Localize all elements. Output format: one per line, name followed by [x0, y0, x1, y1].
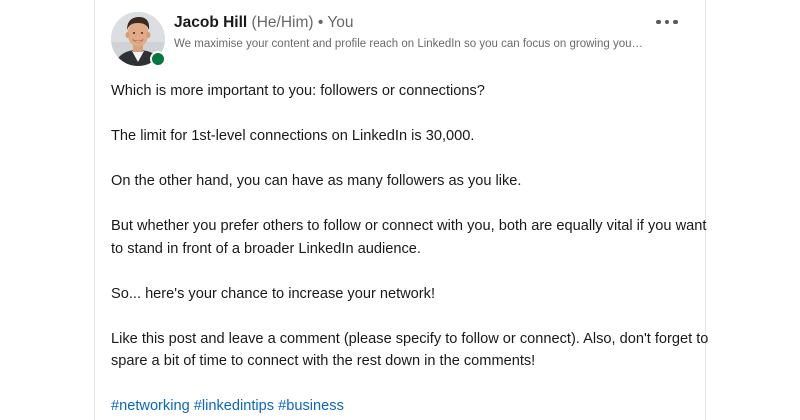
online-status-indicator — [150, 51, 166, 67]
author-pronouns: (He/Him) — [251, 14, 314, 31]
hashtag-link[interactable]: #networking — [111, 398, 190, 414]
more-horizontal-icon — [656, 19, 661, 25]
post-body: Which is more important to you: follower… — [111, 80, 711, 420]
hashtag-link[interactable]: #business — [278, 398, 344, 414]
post-paragraph: The limit for 1st-level connections on L… — [111, 128, 475, 144]
hashtag-list: #networking #linkedintips #business — [111, 395, 711, 418]
author-relation: You — [327, 14, 354, 31]
card-left-border — [94, 0, 95, 420]
author-name[interactable]: Jacob Hill — [174, 14, 247, 31]
hashtag-link[interactable]: #linkedintips — [194, 398, 274, 414]
more-horizontal-icon-dot — [673, 19, 678, 25]
author-line: Jacob Hill (He/Him) • You — [174, 14, 353, 32]
post-paragraph: Like this post and leave a comment (plea… — [111, 330, 709, 370]
post-paragraph: But whether you prefer others to follow … — [111, 218, 707, 257]
author-separator: • — [317, 14, 324, 31]
author-headline: We maximise your content and profile rea… — [174, 38, 644, 50]
post-paragraph: Which is more important to you: follower… — [111, 83, 485, 99]
post-paragraph: On the other hand, you can have as many … — [111, 173, 522, 189]
more-options-button[interactable] — [649, 10, 685, 34]
post-paragraph: So... here's your chance to increase you… — [111, 285, 436, 302]
post-card: Jacob Hill (He/Him) • You We maximise yo… — [0, 0, 800, 420]
more-horizontal-icon-dot — [664, 19, 670, 25]
